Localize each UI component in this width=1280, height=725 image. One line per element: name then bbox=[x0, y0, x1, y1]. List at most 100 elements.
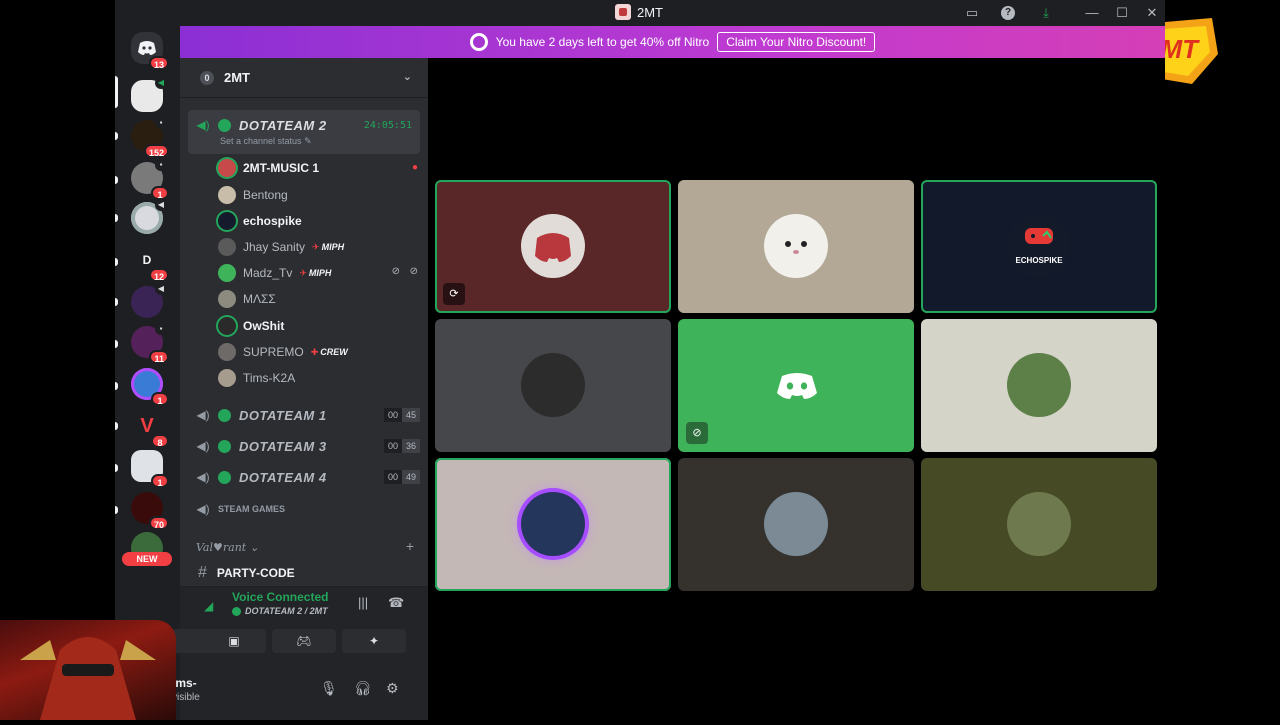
server-item[interactable]: ▪ 11 bbox=[131, 323, 169, 364]
download-icon[interactable]: ⤓ bbox=[1037, 4, 1055, 22]
headphones-icon[interactable]: 🎧︎ bbox=[354, 680, 372, 697]
avatar bbox=[521, 353, 585, 417]
voice-channel-steam-games[interactable]: ◀) STEAM GAMES bbox=[196, 498, 285, 520]
speaker-icon: ◀) bbox=[196, 439, 210, 453]
user-panel: ims- visible 🎙︎ 🎧︎ ⚙ bbox=[172, 662, 428, 720]
participant-tile[interactable] bbox=[678, 180, 914, 313]
participant-tile[interactable]: ECHOSPIKE bbox=[921, 180, 1157, 313]
unread-pill bbox=[115, 422, 118, 430]
activity-button[interactable]: 🎮︎ bbox=[272, 629, 336, 653]
inbox-icon[interactable]: ▭ bbox=[963, 4, 981, 22]
count-limit: 49 bbox=[401, 470, 420, 484]
avatar bbox=[764, 492, 828, 556]
voice-member[interactable]: ΜΛΣΣ bbox=[218, 288, 276, 310]
unread-pill bbox=[115, 176, 118, 184]
server-item[interactable]: ◀ bbox=[131, 199, 167, 234]
participant-tile[interactable] bbox=[435, 458, 671, 591]
active-voice-channel[interactable]: ◀) DOTATEAM 2 24:05:51 Set a channel sta… bbox=[188, 110, 420, 154]
selected-server-pill bbox=[115, 76, 118, 108]
server-2mt[interactable]: ◀ bbox=[131, 77, 167, 112]
voice-channel-dotateam1[interactable]: ◀) DOTATEAM 1 bbox=[196, 404, 327, 426]
server-item[interactable]: V 8 bbox=[131, 410, 169, 448]
unread-pill bbox=[115, 258, 118, 266]
server-item[interactable]: 1 bbox=[131, 450, 169, 488]
server-item[interactable]: 70 bbox=[131, 492, 169, 530]
screen-share-button[interactable]: ▣ bbox=[202, 629, 266, 653]
noise-suppression-icon[interactable]: ||| bbox=[358, 595, 368, 610]
guild-name: 2MT bbox=[224, 70, 250, 85]
voice-member[interactable]: echospike bbox=[218, 210, 302, 232]
voice-member[interactable]: 2MT-MUSIC 1 bbox=[218, 157, 319, 179]
participant-tile[interactable] bbox=[678, 458, 914, 591]
voice-connected-panel: ◢ Voice Connected DOTATEAM 2 / 2MT ||| ☎… bbox=[172, 586, 428, 662]
avatar bbox=[1007, 353, 1071, 417]
member-tag-text: CREW bbox=[320, 346, 348, 357]
server-badge: 8 bbox=[151, 434, 169, 448]
server-item[interactable]: D 12 bbox=[131, 244, 169, 282]
voice-member[interactable]: Madz_Tv ✈ MIPH bbox=[218, 262, 331, 284]
member-name: SUPREMO bbox=[243, 345, 304, 359]
add-channel-icon[interactable]: + bbox=[406, 538, 414, 554]
claim-nitro-button[interactable]: Claim Your Nitro Discount! bbox=[717, 32, 876, 52]
help-icon[interactable]: ? bbox=[1001, 6, 1015, 20]
voice-connected-channel-name: DOTATEAM 2 / 2MT bbox=[245, 606, 328, 616]
voice-member[interactable]: Bentong bbox=[218, 184, 288, 206]
voice-connected-title: Voice Connected bbox=[232, 590, 329, 604]
server-item[interactable]: ▪ 152 bbox=[131, 117, 169, 158]
signal-icon[interactable]: ◢ bbox=[204, 599, 213, 613]
avatar bbox=[218, 369, 236, 387]
avatar bbox=[218, 317, 236, 335]
server-item[interactable]: ▪ 1 bbox=[131, 159, 169, 200]
server-badge: 12 bbox=[148, 268, 169, 282]
new-badge[interactable]: NEW bbox=[122, 552, 172, 566]
category-valorant[interactable]: Val♥rant ⌄ bbox=[196, 541, 259, 554]
member-tag-text: MIPH bbox=[321, 241, 345, 252]
close-icon[interactable]: ✕ bbox=[1143, 4, 1161, 22]
minimize-icon[interactable]: — bbox=[1083, 4, 1101, 22]
gear-icon[interactable]: ⚙ bbox=[386, 680, 399, 697]
microphone-icon[interactable]: 🎙︎ bbox=[320, 680, 338, 697]
user-count: 00 49 bbox=[383, 470, 420, 484]
streaming-icon: ● bbox=[411, 162, 418, 173]
voice-member[interactable]: OwShit bbox=[218, 315, 284, 337]
nitro-banner: You have 2 days left to get 40% off Nitr… bbox=[180, 26, 1165, 58]
soundboard-button[interactable]: ✦ bbox=[342, 629, 406, 653]
member-name: OwShit bbox=[243, 319, 285, 333]
server-logo-icon bbox=[615, 4, 631, 20]
channel-status-link[interactable]: Set a channel status ✎ bbox=[220, 136, 312, 147]
voice-member[interactable]: Tims-K2A bbox=[218, 367, 295, 389]
count-users: 00 bbox=[383, 408, 402, 422]
avatar bbox=[218, 186, 236, 204]
text-channel-party-code[interactable]: # PARTY-CODE bbox=[198, 564, 295, 582]
participant-tile[interactable] bbox=[921, 319, 1157, 452]
voice-connected-channel[interactable]: DOTATEAM 2 / 2MT bbox=[232, 606, 328, 616]
avatar bbox=[218, 290, 236, 308]
voice-channel-dotateam3[interactable]: ◀) DOTATEAM 3 bbox=[196, 435, 327, 457]
maximize-icon[interactable]: ☐ bbox=[1113, 4, 1131, 22]
chevron-down-icon[interactable]: ⌄ bbox=[403, 70, 412, 83]
voice-member[interactable]: Jhay Sanity ✈ MIPH bbox=[218, 236, 344, 258]
voice-member[interactable]: SUPREMO ✚ CREW bbox=[218, 341, 348, 363]
disconnect-icon[interactable]: ☎ bbox=[388, 595, 404, 611]
participant-tile[interactable] bbox=[435, 319, 671, 452]
member-tag: ✈ MIPH bbox=[312, 241, 345, 252]
participant-tile[interactable] bbox=[921, 458, 1157, 591]
participant-tile[interactable]: ⊘ bbox=[678, 319, 914, 452]
server-badge: 1 bbox=[151, 392, 169, 406]
member-name: Bentong bbox=[243, 188, 288, 202]
home-button[interactable]: 13 bbox=[131, 32, 169, 70]
avatar bbox=[1007, 214, 1071, 278]
deafened-icon: ⊘ bbox=[409, 266, 418, 277]
count-limit: 36 bbox=[401, 439, 420, 453]
voice-channel-dotateam4[interactable]: ◀) DOTATEAM 4 bbox=[196, 466, 327, 488]
guild-header[interactable]: 0 2MT ⌄ bbox=[180, 58, 428, 98]
server-badge: 70 bbox=[148, 516, 169, 530]
server-item[interactable]: 1 bbox=[131, 368, 169, 406]
unread-pill bbox=[115, 298, 118, 306]
participant-tile[interactable]: ⟳ bbox=[435, 180, 671, 313]
text-channel-name: PARTY-CODE bbox=[216, 566, 295, 580]
status-dot-icon bbox=[218, 118, 231, 132]
server-item[interactable]: ◀ bbox=[131, 283, 167, 318]
avatar bbox=[1007, 492, 1071, 556]
avatar bbox=[218, 343, 236, 361]
